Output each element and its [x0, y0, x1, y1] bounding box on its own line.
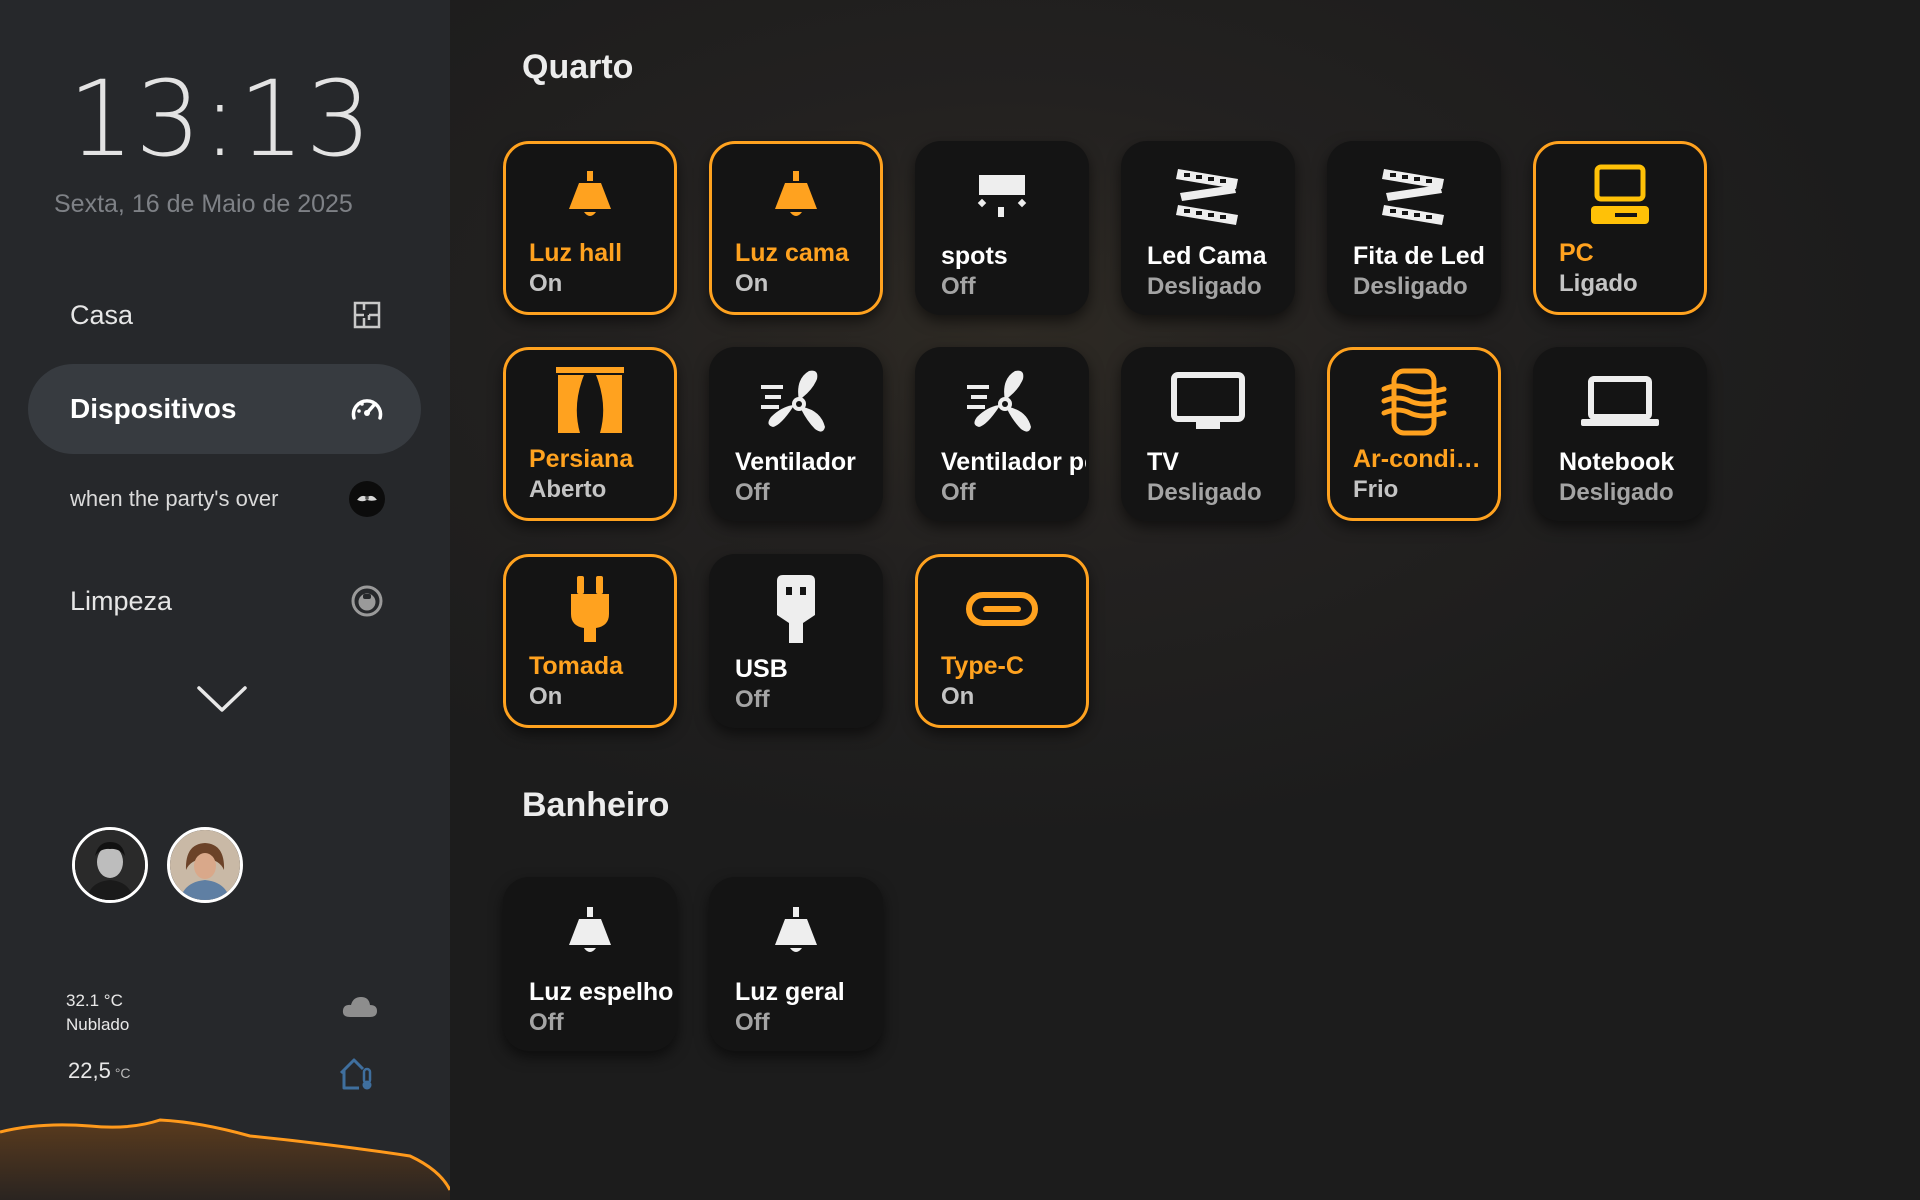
nav-item-limpeza[interactable]: Limpeza [28, 556, 421, 646]
usb-c-port-icon [918, 573, 1086, 645]
device-tile-led-cama[interactable]: Led Cama Desligado [1121, 141, 1295, 315]
device-name: Ventilador pc [941, 448, 1086, 476]
device-name: Luz espelho [529, 978, 674, 1006]
device-state: Desligado [1559, 479, 1674, 506]
device-state: Aberto [529, 476, 607, 503]
device-tile-ventilador-pc[interactable]: Ventilador pc Off [915, 347, 1089, 521]
avatar-person-2[interactable] [167, 827, 243, 903]
cloud-icon [340, 992, 380, 1025]
spotlight-icon [918, 160, 1086, 232]
power-plug-icon [506, 573, 674, 645]
led-strip-icon [1124, 160, 1292, 232]
nav-item-dispositivos[interactable]: Dispositivos [28, 364, 421, 454]
clock: 13:13 [68, 58, 373, 180]
device-name: Led Cama [1147, 242, 1267, 270]
device-tile-luz-cama[interactable]: Luz cama On [709, 141, 883, 315]
device-state: On [735, 270, 769, 297]
curtains-icon [506, 364, 674, 436]
device-tile-pc[interactable]: PC Ligado [1533, 141, 1707, 315]
date-label: Sexta, 16 de Maio de 2025 [54, 190, 353, 218]
device-tile-usb[interactable]: USB Off [709, 554, 883, 728]
device-tile-ventilador[interactable]: Ventilador Off [709, 347, 883, 521]
device-tile-type-c[interactable]: Type-C On [915, 554, 1089, 728]
device-name: Tomada [529, 652, 623, 680]
section-title-banheiro: Banheiro [522, 786, 670, 824]
device-state: Off [735, 686, 770, 713]
device-state: Desligado [1147, 273, 1262, 300]
device-name: Notebook [1559, 448, 1675, 476]
device-name: Luz hall [529, 239, 623, 267]
device-name: PC [1559, 239, 1594, 267]
device-state: Desligado [1353, 273, 1468, 300]
device-tile-luz-hall[interactable]: Luz hall On [503, 141, 677, 315]
device-name: spots [941, 242, 1008, 270]
air-conditioner-icon [1330, 366, 1498, 438]
fan-icon [712, 366, 880, 438]
weather-condition: Nublado [66, 1015, 130, 1034]
fan-icon [918, 366, 1086, 438]
device-state: Off [529, 1009, 564, 1036]
device-tile-tv[interactable]: TV Desligado [1121, 347, 1295, 521]
device-name: Ar-condicionado [1353, 445, 1492, 473]
device-tile-spots[interactable]: spots Off [915, 141, 1089, 315]
device-state: Off [941, 273, 976, 300]
ceiling-lamp-icon [712, 896, 880, 968]
device-name: Luz cama [735, 239, 849, 267]
robot-vacuum-icon [349, 583, 385, 619]
device-tile-fita-de-led[interactable]: Fita de Led Desligado [1327, 141, 1501, 315]
decorative-wave [0, 1118, 450, 1200]
device-state: Off [735, 479, 770, 506]
section-title-quarto: Quarto [522, 48, 634, 86]
device-name: Luz geral [735, 978, 845, 1006]
weather-temperature: 32.1 °C [66, 991, 123, 1010]
monitor-icon [1124, 366, 1292, 438]
device-name: TV [1147, 448, 1179, 476]
device-tile-luz-geral[interactable]: Luz geral Off [709, 877, 883, 1051]
device-name: USB [735, 655, 788, 683]
nav-item-casa[interactable]: Casa [28, 270, 421, 360]
nav-item-label: Limpeza [70, 585, 173, 616]
home-thermometer-icon [337, 1055, 377, 1096]
desktop-computer-icon [1536, 160, 1704, 232]
ceiling-lamp-icon [712, 160, 880, 232]
album-art-icon [349, 481, 385, 517]
main-panel: Quarto Banheiro Luz hall On Luz cama On … [450, 0, 1920, 1200]
ceiling-lamp-icon [506, 160, 674, 232]
device-state: Ligado [1559, 270, 1638, 297]
media-title: when the party's over [70, 486, 279, 511]
nav-item-label: Dispositivos [70, 393, 237, 424]
indoor-temperature-value: 22,5 [68, 1058, 111, 1083]
speedometer-icon [349, 391, 385, 427]
nav-item-media[interactable]: when the party's over [28, 454, 421, 544]
sidebar: 13:13 Sexta, 16 de Maio de 2025 Casa Dis… [0, 0, 450, 1200]
indoor-temperature-unit: °C [114, 1065, 131, 1081]
chevron-down-icon[interactable] [195, 682, 249, 716]
device-tile-persiana[interactable]: Persiana Aberto [503, 347, 677, 521]
device-tile-notebook[interactable]: Notebook Desligado [1533, 347, 1707, 521]
device-tile-tomada[interactable]: Tomada On [503, 554, 677, 728]
device-tile-luz-espelho[interactable]: Luz espelho Off [503, 877, 677, 1051]
device-name: Ventilador [735, 448, 856, 476]
device-state: Off [941, 479, 976, 506]
avatar-person-1[interactable] [72, 827, 148, 903]
floorplan-icon [349, 297, 385, 333]
ceiling-lamp-icon [506, 896, 674, 968]
device-state: Frio [1353, 476, 1399, 503]
device-name: Type-C [941, 652, 1024, 680]
laptop-icon [1536, 366, 1704, 438]
device-name: Fita de Led [1353, 242, 1485, 270]
indoor-temperature: 22,5 °C [68, 1058, 131, 1084]
device-state: On [529, 270, 563, 297]
device-state: On [941, 683, 975, 710]
device-state: On [529, 683, 563, 710]
device-state: Desligado [1147, 479, 1262, 506]
usb-connector-icon [712, 573, 880, 645]
led-strip-icon [1330, 160, 1498, 232]
device-tile-ar-condicionado[interactable]: Ar-condicionado Frio [1327, 347, 1501, 521]
device-name: Persiana [529, 445, 634, 473]
nav-item-label: Casa [70, 299, 134, 330]
device-state: Off [735, 1009, 770, 1036]
